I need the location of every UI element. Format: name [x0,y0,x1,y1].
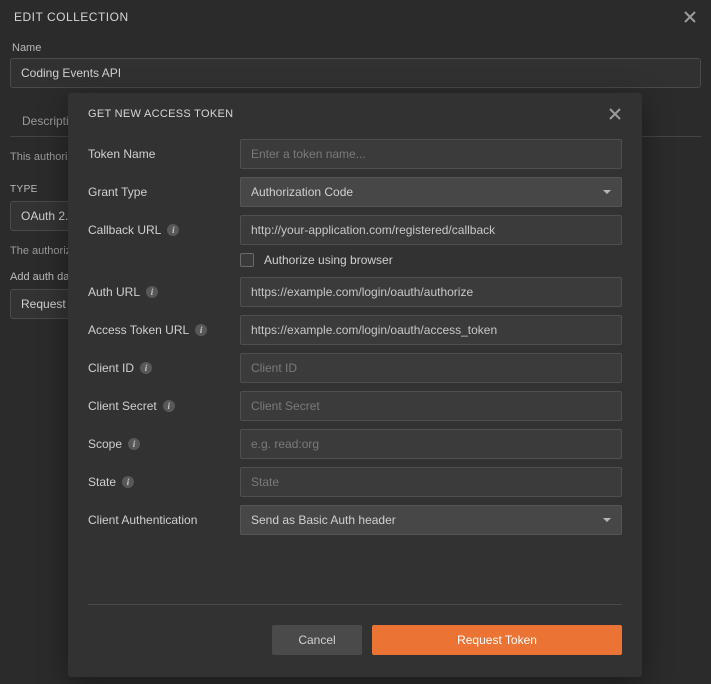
label-client-secret-text: Client Secret [88,399,157,413]
get-access-token-modal: GET NEW ACCESS TOKEN Token Name Grant Ty… [68,93,642,677]
label-scope: Scope i [88,437,240,451]
row-state: State i [88,467,622,497]
label-scope-text: Scope [88,437,122,451]
info-icon[interactable]: i [163,400,175,412]
label-client-id-text: Client ID [88,361,134,375]
auth-type-value: OAuth 2.0 [21,209,75,223]
info-icon[interactable]: i [122,476,134,488]
close-icon[interactable] [608,107,622,121]
row-callback-url: Callback URL i [88,215,622,245]
label-token-name-text: Token Name [88,147,155,161]
label-callback-url: Callback URL i [88,223,240,237]
token-modal-header: GET NEW ACCESS TOKEN [68,93,642,121]
label-state-text: State [88,475,116,489]
token-name-input[interactable] [240,139,622,169]
collection-name-input[interactable] [10,58,701,88]
client-auth-select[interactable]: Send as Basic Auth header [240,505,622,535]
info-icon[interactable]: i [195,324,207,336]
access-token-url-input[interactable] [240,315,622,345]
state-input[interactable] [240,467,622,497]
row-access-token-url: Access Token URL i [88,315,622,345]
row-token-name: Token Name [88,139,622,169]
row-auth-url: Auth URL i [88,277,622,307]
label-access-token-url-text: Access Token URL [88,323,189,337]
authorize-browser-checkbox[interactable] [240,253,254,267]
label-client-auth: Client Authentication [88,513,240,527]
label-auth-url: Auth URL i [88,285,240,299]
info-icon[interactable]: i [167,224,179,236]
client-id-input[interactable] [240,353,622,383]
label-token-name: Token Name [88,147,240,161]
client-auth-value: Send as Basic Auth header [251,513,396,527]
row-client-auth: Client Authentication Send as Basic Auth… [88,505,622,535]
grant-type-value: Authorization Code [251,185,353,199]
label-grant-type-text: Grant Type [88,185,147,199]
row-client-id: Client ID i [88,353,622,383]
chevron-down-icon [603,518,611,522]
cancel-button[interactable]: Cancel [272,625,362,655]
row-grant-type: Grant Type Authorization Code [88,177,622,207]
row-client-secret: Client Secret i [88,391,622,421]
name-label: Name [12,42,701,54]
label-auth-url-text: Auth URL [88,285,140,299]
row-authorize-browser: Authorize using browser [240,253,622,267]
close-icon[interactable] [683,10,697,24]
label-client-secret: Client Secret i [88,399,240,413]
info-icon[interactable]: i [140,362,152,374]
edit-collection-header: EDIT COLLECTION [10,10,701,34]
request-token-button[interactable]: Request Token [372,625,622,655]
token-modal-title: GET NEW ACCESS TOKEN [88,108,233,120]
label-client-id: Client ID i [88,361,240,375]
authorize-browser-label: Authorize using browser [264,253,393,267]
grant-type-select[interactable]: Authorization Code [240,177,622,207]
token-modal-body: Token Name Grant Type Authorization Code… [68,121,642,596]
chevron-down-icon [603,190,611,194]
label-access-token-url: Access Token URL i [88,323,240,337]
label-client-auth-text: Client Authentication [88,513,197,527]
client-secret-input[interactable] [240,391,622,421]
scope-input[interactable] [240,429,622,459]
auth-url-input[interactable] [240,277,622,307]
callback-url-input[interactable] [240,215,622,245]
edit-collection-title: EDIT COLLECTION [14,10,129,24]
row-scope: Scope i [88,429,622,459]
info-icon[interactable]: i [146,286,158,298]
token-modal-footer: Cancel Request Token [68,605,642,677]
info-icon[interactable]: i [128,438,140,450]
label-callback-url-text: Callback URL [88,223,161,237]
label-state: State i [88,475,240,489]
label-grant-type: Grant Type [88,185,240,199]
